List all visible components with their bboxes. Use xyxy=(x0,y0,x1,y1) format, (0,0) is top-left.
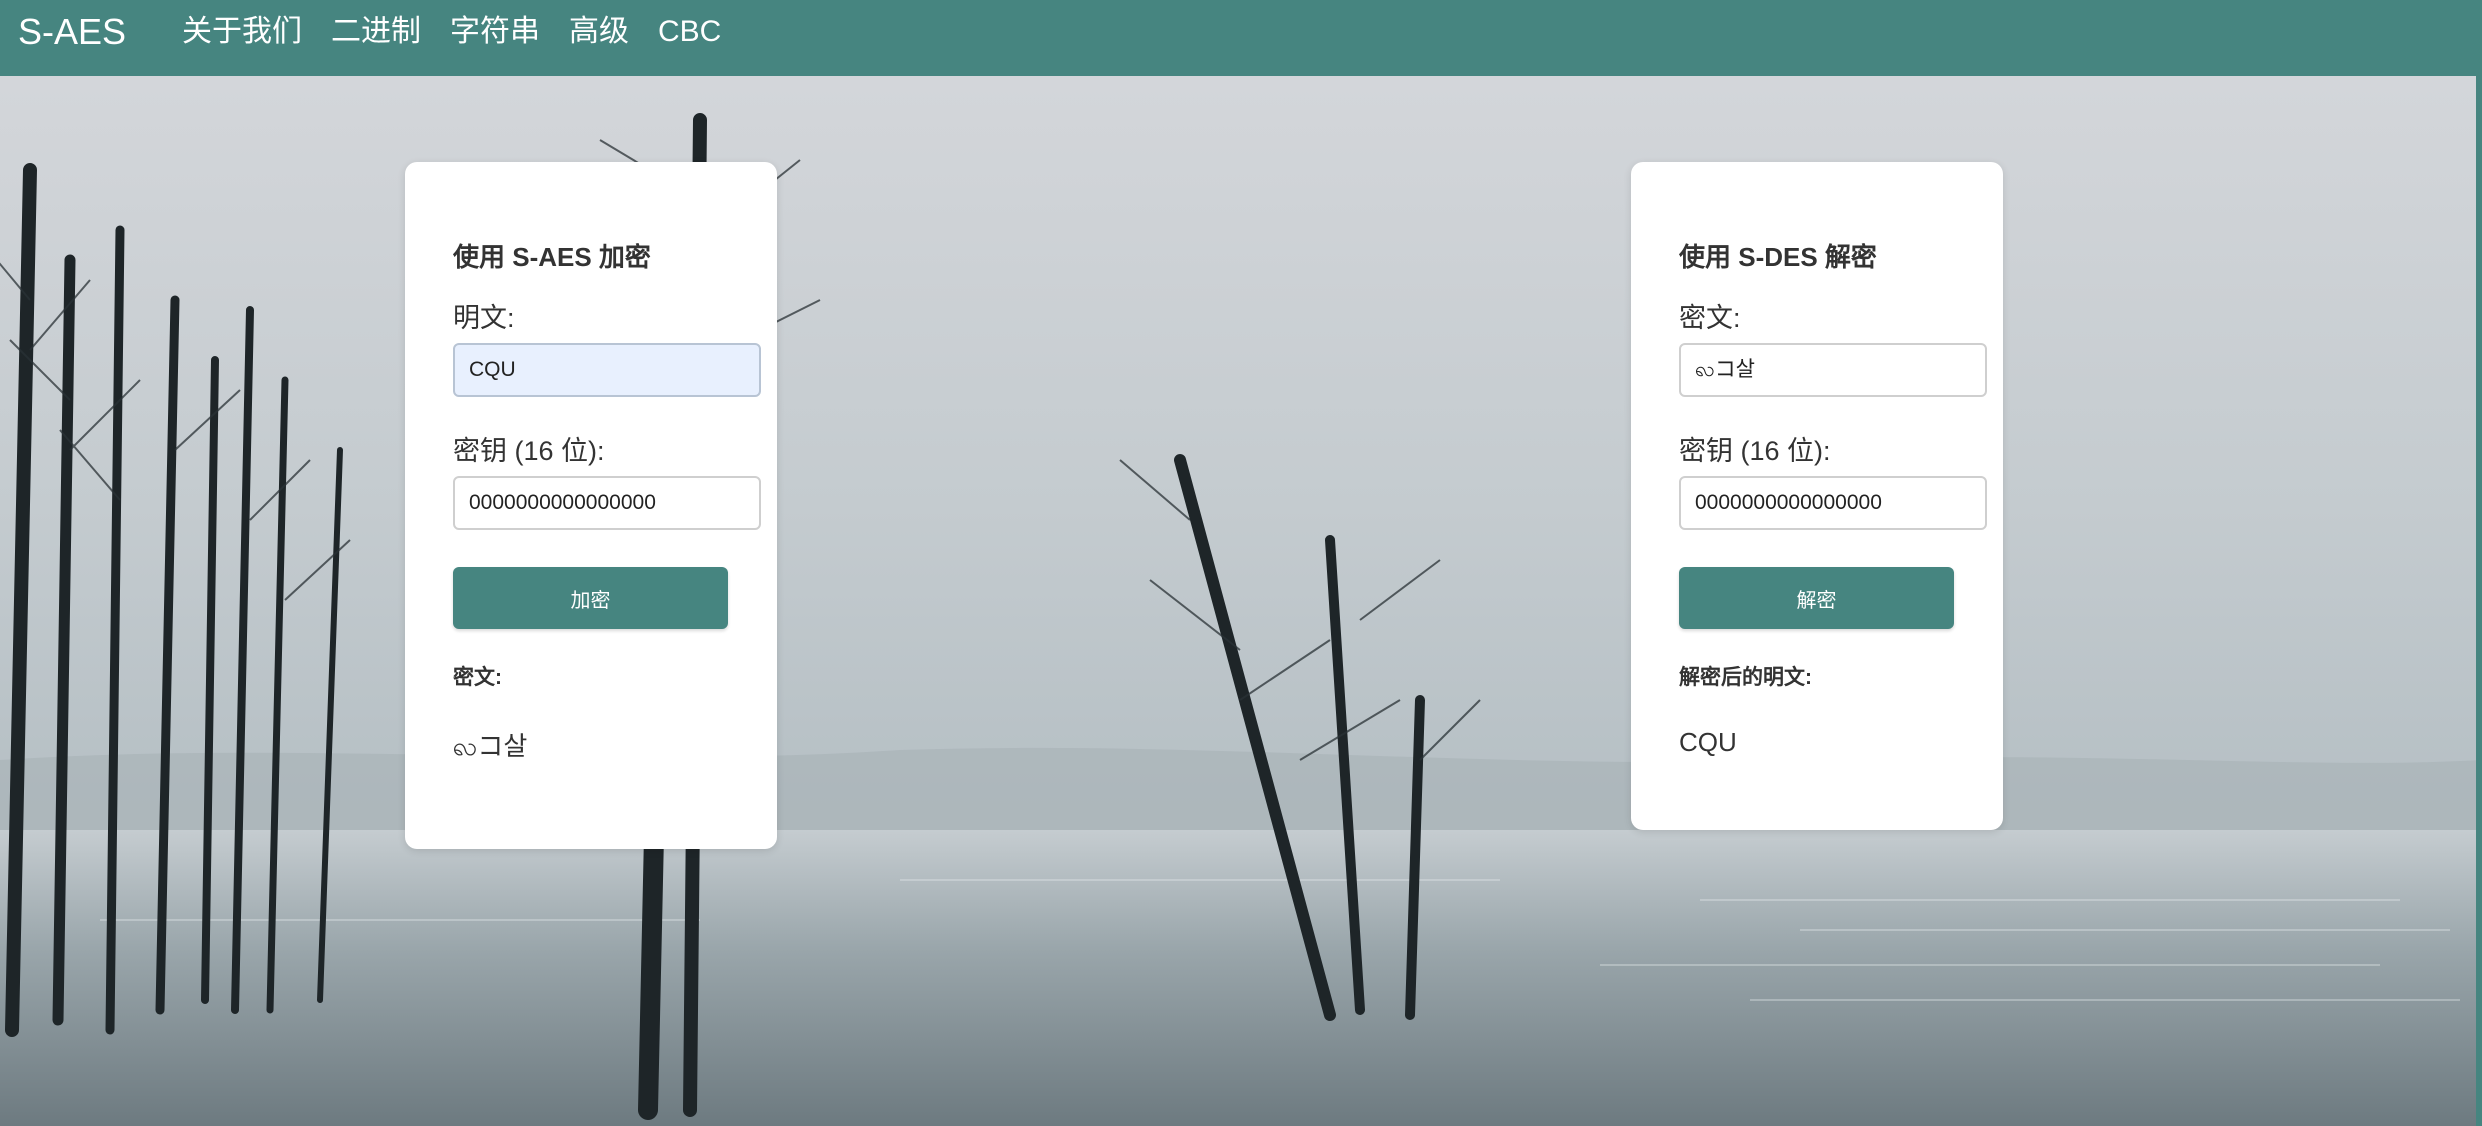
decrypt-card-title: 使用 S-DES 解密 xyxy=(1679,242,1877,272)
ciphertext-label: 密文: xyxy=(1679,303,1741,333)
nav-links: 关于我们 二进制 字符串 高级 CBC xyxy=(182,14,750,50)
background-image xyxy=(0,0,2482,1126)
top-navbar: S-AES 关于我们 二进制 字符串 高级 CBC xyxy=(0,0,2482,76)
nav-item-about[interactable]: 关于我们 xyxy=(182,14,302,50)
ciphertext-result-label: 密文: xyxy=(453,666,502,689)
plaintext-result-label: 解密后的明文: xyxy=(1679,666,1812,689)
ciphertext-input[interactable] xyxy=(1679,343,1987,397)
decrypt-button[interactable]: 解密 xyxy=(1679,567,1954,629)
decrypt-key-label: 密钥 (16 位): xyxy=(1679,436,1831,466)
nav-item-binary[interactable]: 二进制 xyxy=(331,14,421,50)
nav-item-string[interactable]: 字符串 xyxy=(450,14,540,50)
encrypt-key-input[interactable] xyxy=(453,476,761,530)
encrypt-key-label: 密钥 (16 位): xyxy=(453,436,605,466)
encrypt-card-title: 使用 S-AES 加密 xyxy=(453,242,651,272)
ciphertext-result-value: ꩮコ살 xyxy=(453,731,528,761)
decrypt-key-input[interactable] xyxy=(1679,476,1987,530)
nav-item-cbc[interactable]: CBC xyxy=(658,14,721,50)
encrypt-button[interactable]: 加密 xyxy=(453,567,728,629)
plaintext-input[interactable] xyxy=(453,343,761,397)
plaintext-result-value: CQU xyxy=(1679,727,1737,757)
nav-item-advanced[interactable]: 高级 xyxy=(569,14,629,50)
brand-logo[interactable]: S-AES xyxy=(18,12,126,52)
page-scrollbar[interactable] xyxy=(2476,0,2482,1126)
decrypt-card: 使用 S-DES 解密 密文: 密钥 (16 位): 解密 解密后的明文: CQ… xyxy=(1631,162,2003,830)
plaintext-label: 明文: xyxy=(453,303,515,333)
encrypt-card: 使用 S-AES 加密 明文: 密钥 (16 位): 加密 密文: ꩮコ살 xyxy=(405,162,777,849)
